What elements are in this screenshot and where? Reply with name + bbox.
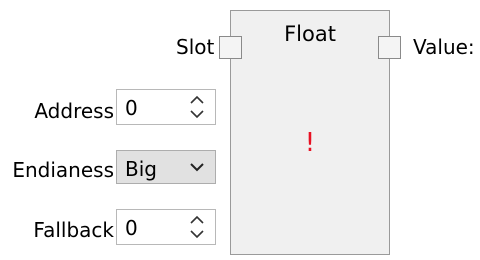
endianess-label: Endianess <box>12 158 114 182</box>
address-spinbox[interactable]: 0 <box>116 89 216 125</box>
input-port-slot[interactable] <box>219 36 242 59</box>
output-port-label: Value: <box>413 35 475 59</box>
output-port-value[interactable] <box>378 36 401 59</box>
input-port-label: Slot <box>176 35 215 59</box>
spin-arrows-icon[interactable] <box>189 94 205 120</box>
endianess-select[interactable]: Big <box>116 150 216 184</box>
fallback-spinbox[interactable]: 0 <box>116 209 216 245</box>
error-indicator-icon: ! <box>304 128 316 158</box>
spin-arrows-icon[interactable] <box>189 214 205 240</box>
float-node[interactable]: Float ! <box>230 10 390 255</box>
fallback-value: 0 <box>125 216 138 240</box>
node-editor-canvas: Float ! Slot Value: Address 0 Endianess … <box>0 0 480 260</box>
address-value: 0 <box>125 96 138 120</box>
address-label: Address <box>34 99 114 123</box>
node-title: Float <box>284 22 336 46</box>
chevron-down-icon <box>189 162 205 172</box>
endianess-value: Big <box>125 157 157 181</box>
fallback-label: Fallback <box>33 218 114 242</box>
